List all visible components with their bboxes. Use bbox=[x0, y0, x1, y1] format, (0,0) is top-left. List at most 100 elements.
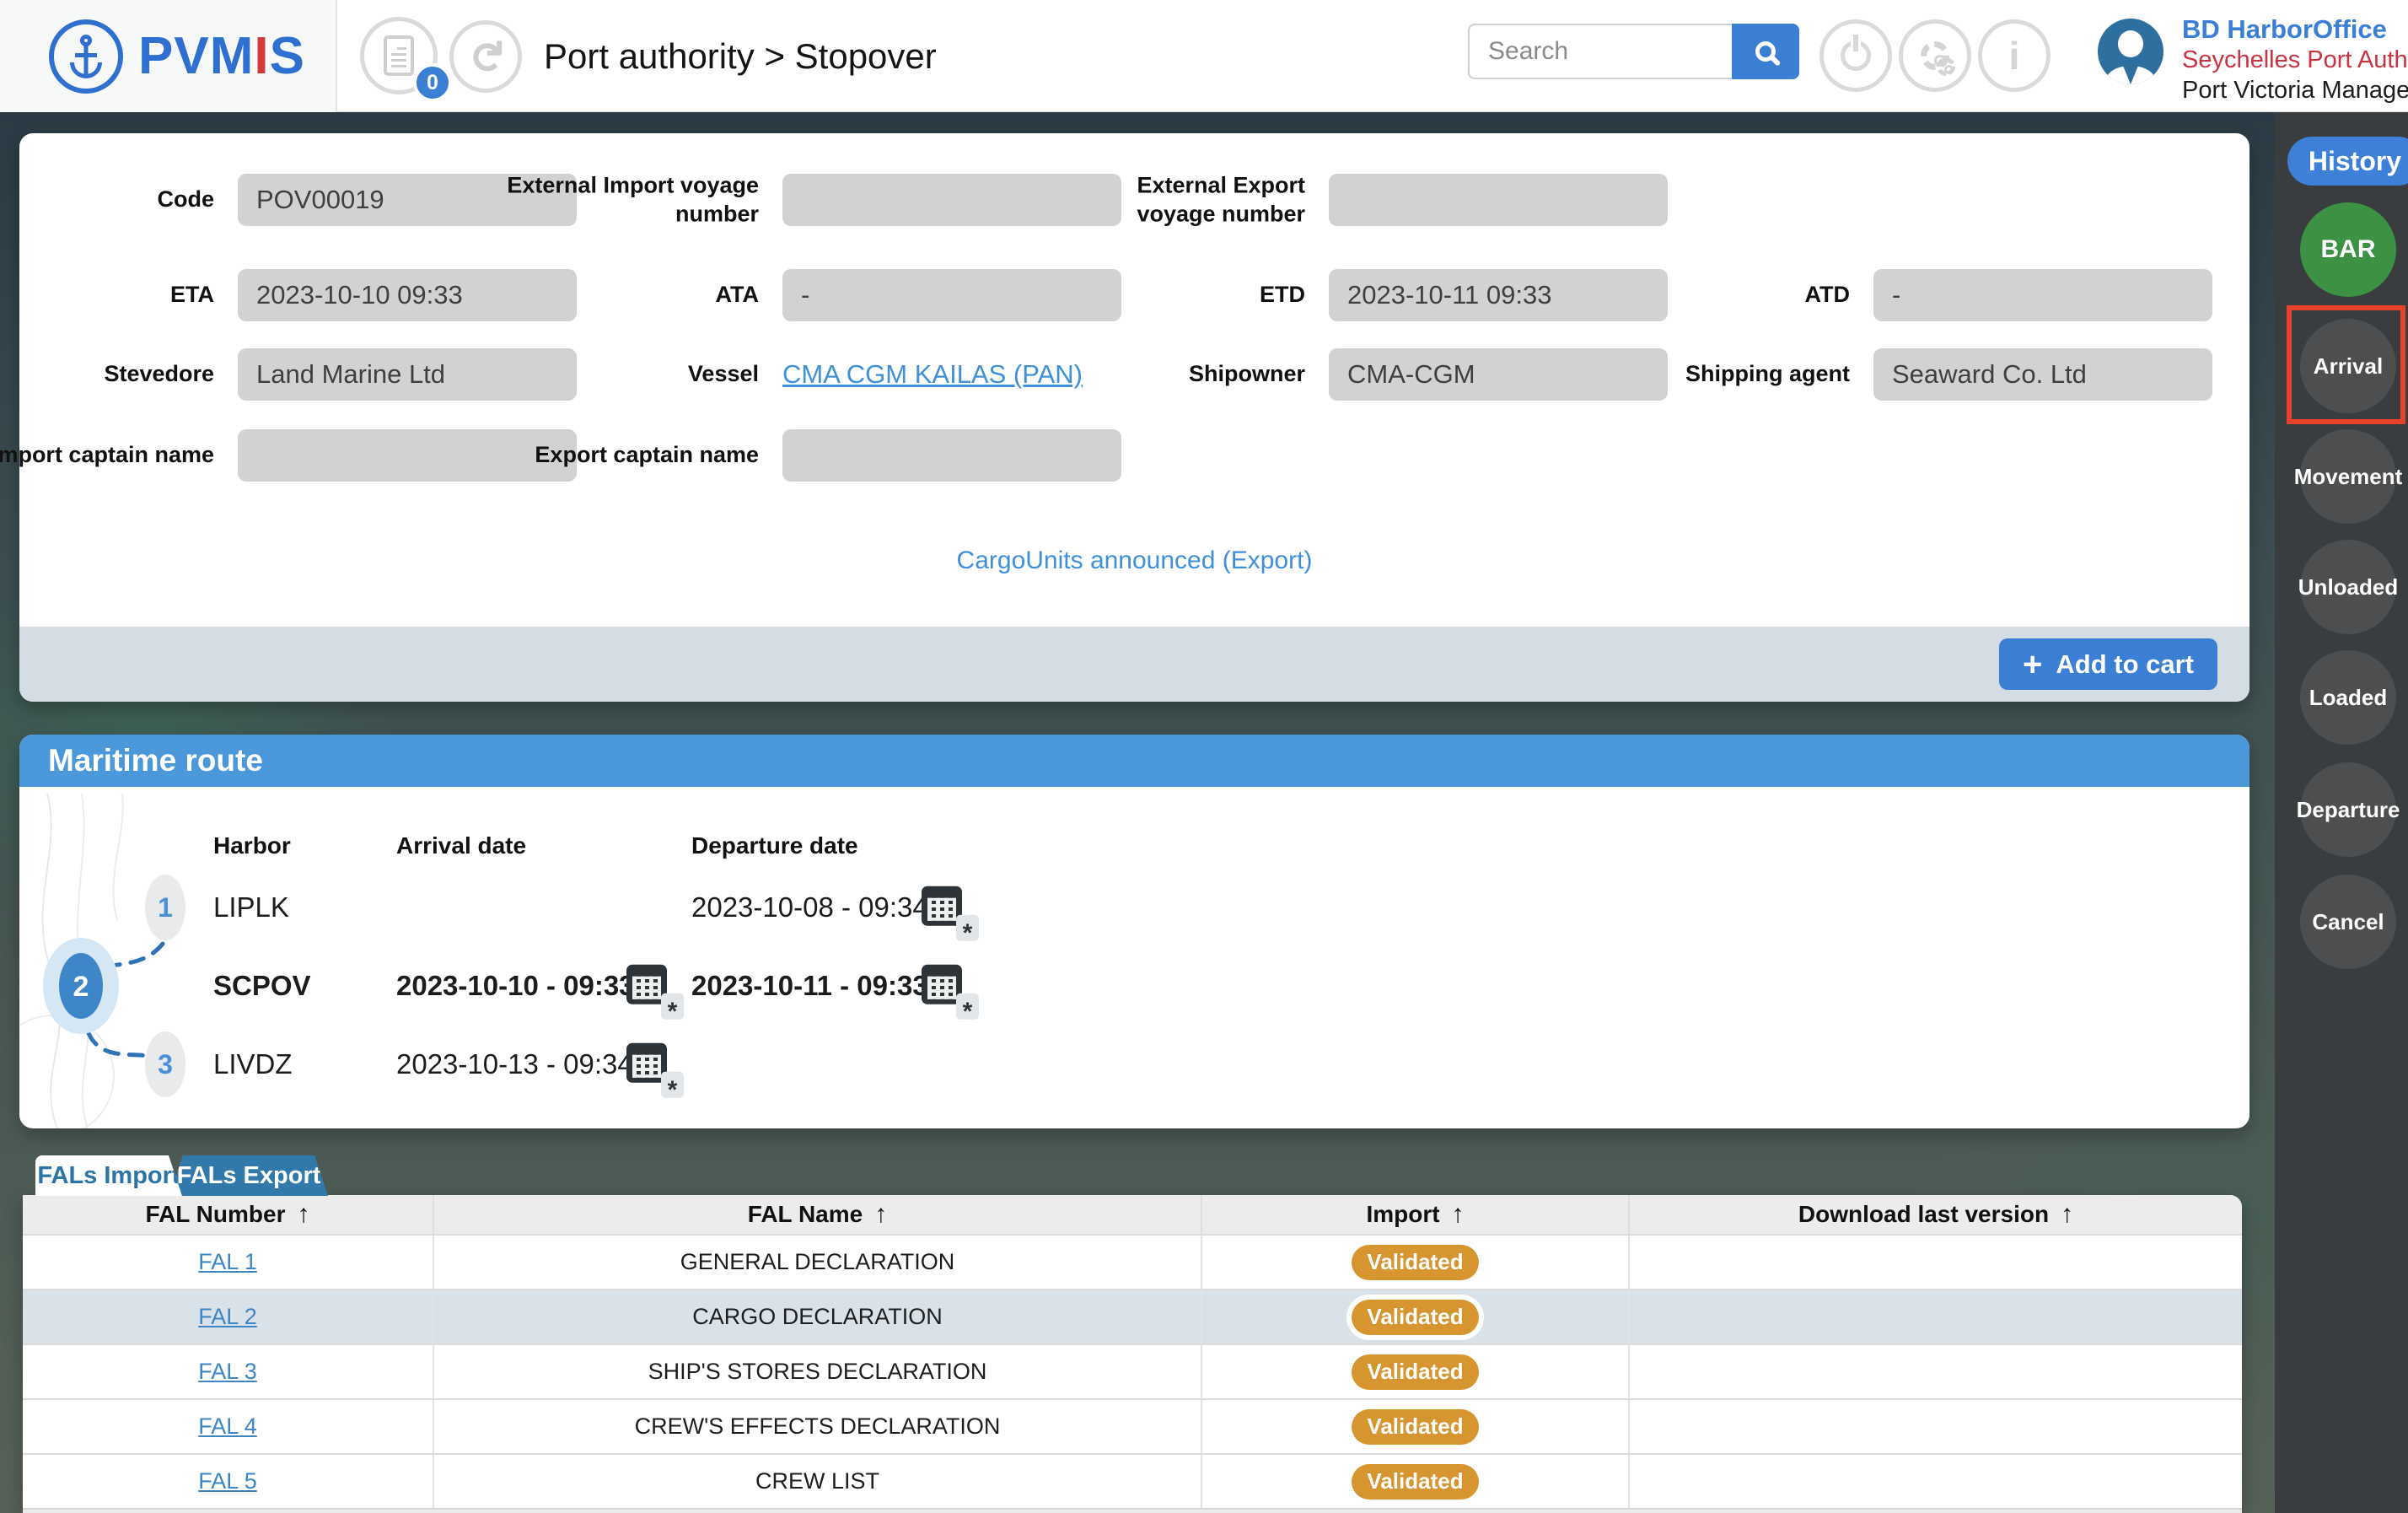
fal-link[interactable]: FAL 5 bbox=[198, 1468, 257, 1494]
status-unloaded-button[interactable]: Unloaded bbox=[2300, 540, 2396, 634]
fal-name: SHIP'S STORES DECLARATION bbox=[648, 1359, 987, 1385]
status-badge[interactable]: Validated bbox=[1352, 1464, 1478, 1500]
refresh-icon: ↻ bbox=[464, 38, 508, 75]
maritime-route-title: Maritime route bbox=[48, 743, 263, 778]
download-cell bbox=[1630, 1400, 2242, 1453]
field-external-export-voyage: External Export voyage number bbox=[1329, 174, 1668, 226]
status-loaded-button[interactable]: Loaded bbox=[2300, 650, 2396, 745]
calendar-icon[interactable]: * bbox=[626, 961, 670, 1008]
refresh-button[interactable]: ↻ bbox=[449, 20, 522, 93]
fal-link[interactable]: FAL 4 bbox=[198, 1413, 257, 1440]
stop-departure-date: 2023-10-08 - 09:34 bbox=[691, 891, 928, 923]
app-title: PVMIS bbox=[138, 26, 305, 86]
download-cell bbox=[1630, 1236, 2242, 1289]
calendar-icon[interactable]: * bbox=[922, 961, 965, 1008]
status-bar-button[interactable]: BAR bbox=[2300, 202, 2396, 297]
info-icon: i bbox=[2009, 33, 2020, 78]
search-icon bbox=[1755, 41, 1776, 62]
app-header: PVMIS 0 ↻ Port authority > Stopover i BD… bbox=[0, 0, 2408, 112]
user-organization: Seychelles Port Authority bbox=[2182, 45, 2408, 75]
status-badge[interactable]: Validated bbox=[1352, 1300, 1478, 1335]
fal-name: CARGO DECLARATION bbox=[692, 1304, 943, 1330]
anchor-logo-icon bbox=[49, 19, 123, 94]
route-stop-row-current: SCPOV 2023-10-10 - 09:33 * 2023-10-11 - … bbox=[19, 958, 2249, 1014]
fal-name: CREW LIST bbox=[755, 1468, 879, 1494]
plus-icon: + bbox=[2023, 648, 2042, 681]
field-shipping-agent: Shipping agent Seaward Co. Ltd bbox=[1873, 348, 2212, 401]
settings-button[interactable] bbox=[1899, 19, 1971, 92]
avatar bbox=[2098, 19, 2163, 84]
stop-harbor: LIPLK bbox=[213, 891, 289, 923]
stopover-form-card: Code POV00019 External Import voyage num… bbox=[19, 133, 2249, 702]
status-badge[interactable]: Validated bbox=[1352, 1409, 1478, 1445]
add-to-cart-button[interactable]: + Add to cart bbox=[1999, 638, 2217, 690]
cart-button[interactable]: 0 bbox=[360, 17, 438, 94]
breadcrumb: Port authority > Stopover bbox=[544, 0, 937, 112]
tab-fals-import[interactable]: FALs Import bbox=[35, 1155, 182, 1196]
col-download-last-version[interactable]: Download last version↑ bbox=[1630, 1195, 2242, 1234]
sort-asc-icon: ↑ bbox=[1452, 1200, 1465, 1229]
fal-link[interactable]: FAL 1 bbox=[198, 1249, 257, 1275]
table-row: FAL 3 SHIP'S STORES DECLARATION Validate… bbox=[23, 1343, 2242, 1398]
card-action-bar: + Add to cart bbox=[19, 627, 2249, 702]
search-bar bbox=[1468, 24, 1799, 79]
cart-count-badge: 0 bbox=[413, 63, 452, 102]
history-button[interactable]: History bbox=[2287, 137, 2408, 186]
status-arrival-button[interactable]: Arrival bbox=[2300, 319, 2396, 413]
sort-asc-icon: ↑ bbox=[874, 1200, 887, 1229]
status-movement-button[interactable]: Movement bbox=[2300, 429, 2396, 524]
user-name: BD HarborOffice bbox=[2182, 13, 2408, 45]
download-cell bbox=[1630, 1290, 2242, 1343]
download-cell bbox=[1630, 1455, 2242, 1508]
table-row: FAL 4 CREW'S EFFECTS DECLARATION Validat… bbox=[23, 1398, 2242, 1453]
stop-arrival-date: 2023-10-13 - 09:34 bbox=[396, 1048, 633, 1080]
power-icon bbox=[1841, 40, 1871, 71]
vessel-link[interactable]: CMA CGM KAILAS (PAN) bbox=[782, 359, 1083, 390]
logout-button[interactable] bbox=[1819, 19, 1892, 92]
status-sidebar: History BAR Arrival Movement Unloaded Lo… bbox=[2275, 112, 2408, 1513]
fals-table: FAL Number↑ FAL Name↑ Import↑ Download l… bbox=[23, 1195, 2242, 1513]
status-departure-button[interactable]: Departure bbox=[2300, 762, 2396, 857]
search-input[interactable] bbox=[1468, 24, 1732, 79]
maritime-route-header: Maritime route bbox=[19, 735, 2249, 787]
fal-link[interactable]: FAL 3 bbox=[198, 1359, 257, 1385]
route-col-arrival: Arrival date bbox=[396, 832, 526, 859]
cargo-units-link[interactable]: CargoUnits announced (Export) bbox=[957, 547, 1313, 574]
stop-arrival-date: 2023-10-10 - 09:33 bbox=[396, 970, 635, 1002]
route-col-departure: Departure date bbox=[691, 832, 858, 859]
stop-harbor: LIVDZ bbox=[213, 1048, 293, 1080]
route-stop-row: LIVDZ 2023-10-13 - 09:34 * bbox=[19, 1036, 2249, 1092]
fal-link[interactable]: FAL 2 bbox=[198, 1304, 257, 1330]
stop-harbor: SCPOV bbox=[213, 970, 311, 1002]
status-badge[interactable]: Validated bbox=[1352, 1245, 1478, 1280]
status-cancel-button[interactable]: Cancel bbox=[2300, 875, 2396, 969]
table-row: FAL 5 CREW LIST Validated bbox=[23, 1453, 2242, 1508]
calendar-icon[interactable]: * bbox=[626, 1039, 670, 1086]
calendar-icon[interactable]: * bbox=[922, 882, 965, 929]
table-row-selected: FAL 2 CARGO DECLARATION Validated bbox=[23, 1289, 2242, 1343]
search-button[interactable] bbox=[1732, 24, 1799, 79]
fals-table-header: FAL Number↑ FAL Name↑ Import↑ Download l… bbox=[23, 1195, 2242, 1234]
tab-fals-export[interactable]: FALs Export bbox=[169, 1155, 328, 1196]
user-profile[interactable]: BD HarborOffice Seychelles Port Authorit… bbox=[2098, 13, 2408, 105]
brand[interactable]: PVMIS bbox=[0, 0, 337, 112]
table-row: FAL 1 GENERAL DECLARATION Validated bbox=[23, 1234, 2242, 1289]
field-code-label: Code bbox=[0, 186, 214, 214]
field-atd: ATD - bbox=[1873, 269, 2212, 321]
status-badge[interactable]: Validated bbox=[1352, 1354, 1478, 1390]
info-button[interactable]: i bbox=[1978, 19, 2051, 92]
col-fal-number[interactable]: FAL Number↑ bbox=[23, 1195, 434, 1234]
fal-name: GENERAL DECLARATION bbox=[680, 1249, 955, 1275]
document-icon bbox=[384, 35, 414, 76]
download-cell bbox=[1630, 1345, 2242, 1398]
maritime-route-card: Maritime route Harbor Arrival date Depar… bbox=[19, 735, 2249, 1128]
table-footer-strip bbox=[23, 1508, 2242, 1513]
sort-asc-icon: ↑ bbox=[2061, 1200, 2073, 1229]
col-import[interactable]: Import↑ bbox=[1202, 1195, 1630, 1234]
sort-asc-icon: ↑ bbox=[297, 1200, 309, 1229]
col-fal-name[interactable]: FAL Name↑ bbox=[434, 1195, 1202, 1234]
field-export-captain: Export captain name bbox=[782, 429, 1121, 482]
stop-departure-date: 2023-10-11 - 09:33 bbox=[691, 970, 928, 1002]
user-department: Port Victoria Management bbox=[2182, 75, 2408, 105]
fal-name: CREW'S EFFECTS DECLARATION bbox=[635, 1413, 1001, 1440]
